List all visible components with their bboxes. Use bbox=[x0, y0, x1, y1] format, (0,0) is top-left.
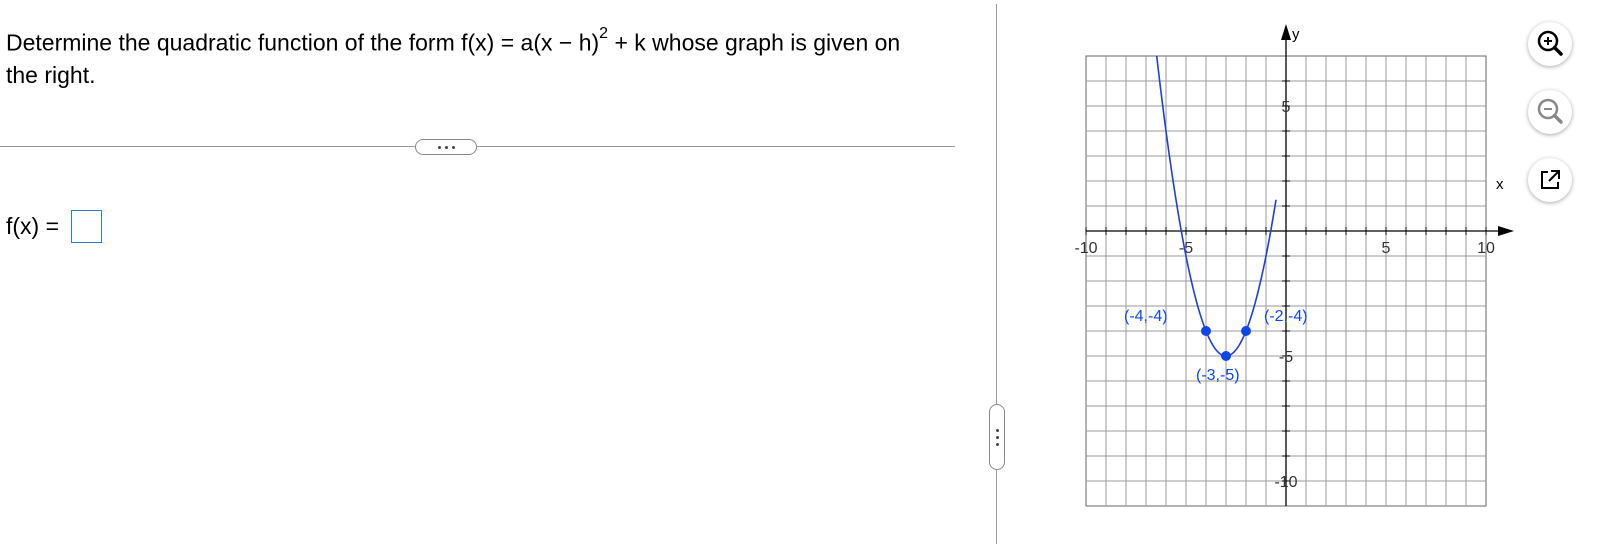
graph: -10 -5 5 105-5-10 (-4,-4) (-2,-4)(-3,-5) x y bbox=[1074, 24, 1514, 507]
x-axis-arrow bbox=[1498, 226, 1514, 236]
zoom-in-button[interactable] bbox=[1528, 22, 1572, 66]
y-axis-label: y bbox=[1292, 26, 1300, 43]
zoom-out-icon bbox=[1537, 98, 1563, 124]
popout-button[interactable] bbox=[1528, 158, 1572, 202]
y-tick-label: 5 bbox=[1282, 99, 1291, 116]
zoom-in-icon bbox=[1537, 30, 1563, 56]
y-tick-label: -5 bbox=[1279, 349, 1293, 366]
x-axis-label: x bbox=[1496, 176, 1504, 193]
x-tick-label: -10 bbox=[1074, 240, 1097, 257]
y-axis-arrow bbox=[1281, 24, 1291, 40]
graph-point-label: (-3,-5) bbox=[1196, 367, 1240, 384]
x-tick-label: 10 bbox=[1477, 240, 1495, 257]
graph-point-label: (-2,-4) bbox=[1264, 308, 1308, 325]
y-tick-label: -10 bbox=[1274, 474, 1297, 491]
zoom-out-button[interactable] bbox=[1528, 90, 1572, 134]
graph-point bbox=[1201, 326, 1211, 336]
graph-point bbox=[1221, 351, 1231, 361]
graph-point bbox=[1241, 326, 1251, 336]
graph-point-label: (-4,-4) bbox=[1124, 308, 1168, 325]
popout-icon bbox=[1541, 170, 1560, 189]
x-tick-label: 5 bbox=[1382, 240, 1391, 257]
